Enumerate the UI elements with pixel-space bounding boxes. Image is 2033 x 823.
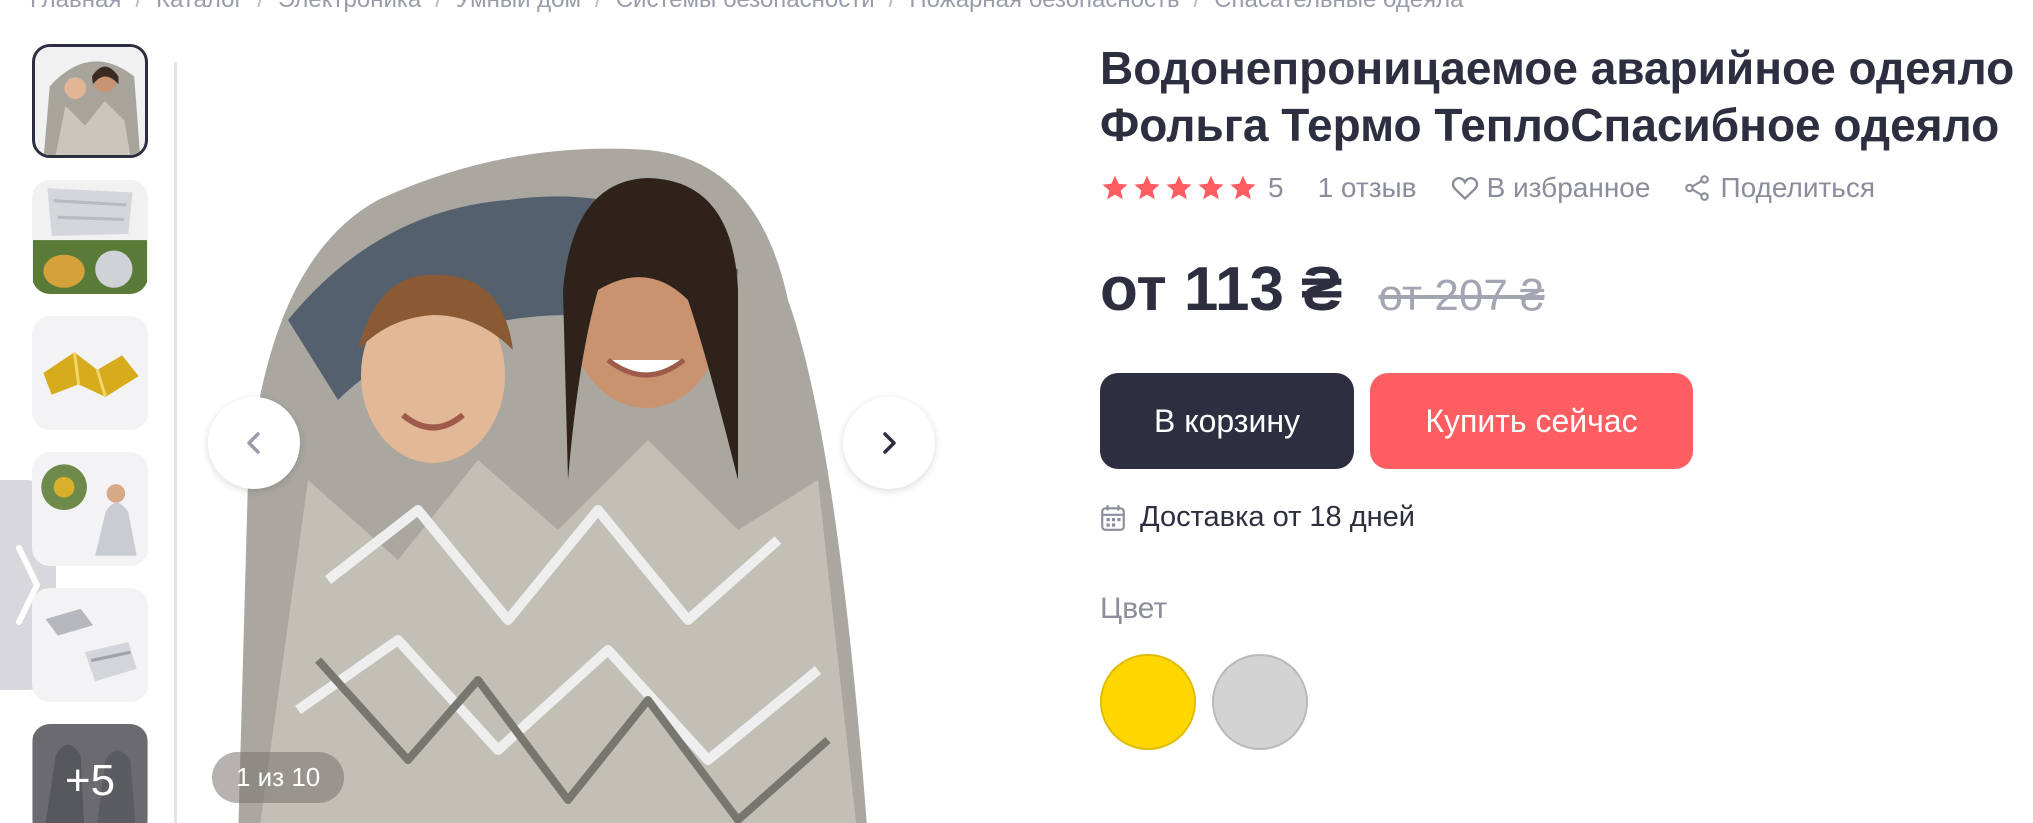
thumbnail-gold-blanket-icon bbox=[33, 316, 147, 430]
breadcrumb-item-smart-home[interactable]: Умный дом bbox=[456, 0, 581, 14]
rating-value: 5 bbox=[1268, 172, 1284, 203]
more-images-count: +5 bbox=[32, 724, 148, 823]
star-icon bbox=[1102, 175, 1128, 200]
delivery-info: Доставка от 18 дней bbox=[1100, 501, 2020, 534]
chevron-left-icon bbox=[247, 432, 260, 454]
reviews-link[interactable]: 1 отзыв bbox=[1318, 172, 1417, 204]
breadcrumb: Главная / Каталог / Электроника / Умный … bbox=[30, 0, 1464, 14]
color-swatch-yellow[interactable] bbox=[1100, 654, 1196, 750]
product-meta: 5 1 отзыв В избранное Поделиться bbox=[1100, 172, 2020, 204]
breadcrumb-item-rescue-blankets[interactable]: Спасательные одеяла bbox=[1214, 0, 1463, 14]
color-swatches bbox=[1100, 654, 2020, 750]
gallery-divider bbox=[174, 62, 177, 823]
heart-icon bbox=[1451, 176, 1478, 201]
color-swatch-silver[interactable] bbox=[1212, 654, 1308, 750]
breadcrumb-separator: / bbox=[257, 0, 264, 14]
star-icon bbox=[1230, 175, 1256, 200]
thumbnail-4[interactable] bbox=[32, 452, 148, 566]
thumbnail-1[interactable] bbox=[32, 44, 148, 158]
breadcrumb-separator: / bbox=[595, 0, 602, 14]
thumbnail-folded-blankets-icon bbox=[33, 588, 147, 702]
share-label: Поделиться bbox=[1720, 172, 1876, 203]
share-icon bbox=[1685, 175, 1710, 201]
color-label: Цвет bbox=[1100, 592, 1168, 625]
breadcrumb-separator: / bbox=[435, 0, 442, 14]
thumbnail-6[interactable]: +5 bbox=[32, 724, 148, 823]
thumbnail-5[interactable] bbox=[32, 588, 148, 702]
thumbnail-2[interactable] bbox=[32, 180, 148, 294]
breadcrumb-separator: / bbox=[889, 0, 896, 14]
star-icon bbox=[1166, 175, 1192, 200]
thumbnail-silver-blanket-usage-icon bbox=[33, 180, 147, 294]
breadcrumb-item-security-systems[interactable]: Системы безопасности bbox=[616, 0, 875, 14]
prev-image-button[interactable] bbox=[208, 397, 300, 489]
breadcrumb-item-electronics[interactable]: Электроника bbox=[278, 0, 421, 14]
breadcrumb-separator: / bbox=[135, 0, 142, 14]
image-counter: 1 из 10 bbox=[212, 752, 345, 803]
product-title: Водонепроницаемое аварийное одеяло Фольг… bbox=[1100, 40, 2020, 154]
calendar-icon bbox=[1101, 504, 1125, 531]
chevron-right-icon bbox=[883, 432, 896, 454]
breadcrumb-item-catalog[interactable]: Каталог bbox=[156, 0, 243, 14]
rating-stars bbox=[1100, 173, 1258, 203]
favorites-label: В избранное bbox=[1486, 172, 1651, 203]
buy-now-button[interactable]: Купить сейчас bbox=[1370, 373, 1693, 469]
product-title-line1: Водонепроницаемое аварийное одеяло bbox=[1100, 42, 2015, 94]
thumbnail-children-foil-blanket-icon bbox=[36, 47, 144, 155]
old-price: от 207 ₴ bbox=[1378, 271, 1545, 320]
breadcrumb-separator: / bbox=[1194, 0, 1201, 14]
action-buttons: В корзину Купить сейчас bbox=[1100, 373, 2020, 469]
share-button[interactable]: Поделиться bbox=[1684, 172, 1875, 204]
delivery-text: Доставка от 18 дней bbox=[1140, 501, 1416, 533]
add-to-cart-button[interactable]: В корзину bbox=[1100, 373, 1354, 469]
star-icon bbox=[1134, 175, 1160, 200]
breadcrumb-item-fire-safety[interactable]: Пожарная безопасность bbox=[909, 0, 1179, 14]
thumbnail-list: +5 bbox=[32, 44, 148, 823]
thumbnail-3[interactable] bbox=[32, 316, 148, 430]
thumbnail-blanket-use-scenes-icon bbox=[33, 452, 147, 566]
price-block: от 113 ₴ от 207 ₴ bbox=[1100, 254, 2020, 325]
product-info: Водонепроницаемое аварийное одеяло Фольг… bbox=[1100, 40, 2020, 750]
star-icon bbox=[1198, 175, 1224, 200]
add-to-favorites-button[interactable]: В избранное bbox=[1451, 172, 1651, 204]
next-image-button[interactable] bbox=[843, 397, 935, 489]
product-title-line2: Фольга Термо ТеплоСпасибное одеяло bbox=[1100, 99, 2000, 151]
current-price: от 113 ₴ bbox=[1100, 255, 1343, 324]
breadcrumb-item-home[interactable]: Главная bbox=[30, 0, 121, 14]
